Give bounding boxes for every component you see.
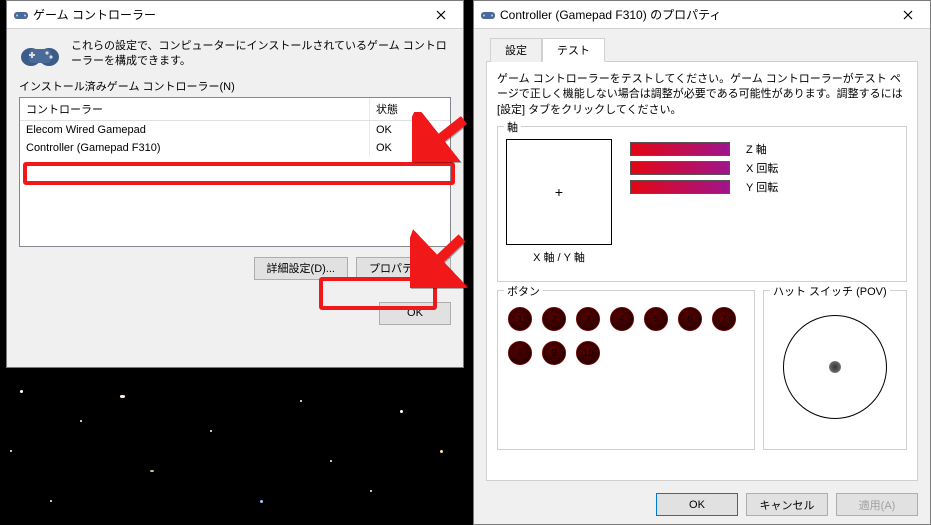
group-label: 軸 bbox=[504, 119, 521, 135]
close-icon bbox=[436, 10, 446, 20]
ok-button[interactable]: OK bbox=[656, 493, 738, 516]
gamepad-button-indicator: 8 bbox=[508, 341, 532, 365]
advanced-button[interactable]: 詳細設定(D)... bbox=[254, 257, 348, 280]
xy-axis-box: + bbox=[506, 139, 612, 245]
pov-dot bbox=[829, 361, 841, 373]
controller-list[interactable]: コントローラー 状態 Elecom Wired Gamepad OK Contr… bbox=[19, 97, 451, 247]
controller-name: Elecom Wired Gamepad bbox=[20, 121, 370, 139]
axis-label: Y 回転 bbox=[746, 179, 778, 195]
titlebar[interactable]: ゲーム コントローラー bbox=[7, 1, 463, 29]
titlebar[interactable]: Controller (Gamepad F310) のプロパティ bbox=[474, 1, 930, 29]
controller-properties-dialog: Controller (Gamepad F310) のプロパティ 設定 テスト … bbox=[473, 0, 931, 525]
gamepad-icon bbox=[13, 7, 29, 23]
gamepad-button-indicator: 7 bbox=[712, 307, 736, 331]
game-controllers-dialog: ゲーム コントローラー これらの設定で、コンピューターにインストールされているゲ… bbox=[6, 0, 464, 368]
properties-button[interactable]: プロパティ(P) bbox=[356, 257, 451, 280]
controller-status: OK bbox=[370, 139, 450, 157]
tab-page-test: ゲーム コントローラーをテストしてください。ゲーム コントローラーがテスト ペー… bbox=[486, 61, 918, 481]
gamepad-button-indicator: 4 bbox=[610, 307, 634, 331]
list-item[interactable]: Elecom Wired Gamepad OK bbox=[20, 121, 450, 139]
group-label: ボタン bbox=[504, 283, 543, 299]
list-header: コントローラー 状態 bbox=[20, 98, 450, 121]
tab-test[interactable]: テスト bbox=[542, 38, 605, 62]
pov-indicator bbox=[783, 315, 887, 419]
xy-caption: X 軸 / Y 軸 bbox=[506, 249, 612, 265]
close-icon bbox=[903, 10, 913, 20]
axis-bar-z bbox=[630, 142, 730, 156]
intro-text: これらの設定で、コンピューターにインストールされているゲーム コントローラーを構… bbox=[71, 39, 451, 70]
group-label: ハット スイッチ (POV) bbox=[770, 283, 890, 299]
list-item[interactable]: Controller (Gamepad F310) OK bbox=[20, 139, 450, 157]
gamepad-button-indicator: 2 bbox=[542, 307, 566, 331]
gamepad-button-indicator: 10 bbox=[576, 341, 600, 365]
gamepad-button-indicator: 6 bbox=[678, 307, 702, 331]
pov-group: ハット スイッチ (POV) bbox=[763, 290, 907, 450]
crosshair-icon: + bbox=[555, 184, 563, 200]
axes-group: 軸 + X 軸 / Y 軸 Z 軸 bbox=[497, 126, 907, 282]
gamepad-button-indicator: 9 bbox=[542, 341, 566, 365]
ok-button[interactable]: OK bbox=[379, 302, 451, 325]
dialog-title: ゲーム コントローラー bbox=[33, 6, 421, 23]
gamepad-icon bbox=[19, 39, 61, 69]
controller-status: OK bbox=[370, 121, 450, 139]
buttons-group: ボタン 12345678910 bbox=[497, 290, 755, 450]
header-controller[interactable]: コントローラー bbox=[20, 98, 370, 120]
axis-bar-xrot bbox=[630, 161, 730, 175]
test-instructions: ゲーム コントローラーをテストしてください。ゲーム コントローラーがテスト ペー… bbox=[497, 72, 907, 118]
header-status[interactable]: 状態 bbox=[370, 98, 450, 120]
axis-label: Z 軸 bbox=[746, 141, 767, 157]
apply-button[interactable]: 適用(A) bbox=[836, 493, 918, 516]
gamepad-button-indicator: 1 bbox=[508, 307, 532, 331]
cancel-button[interactable]: キャンセル bbox=[746, 493, 828, 516]
close-button[interactable] bbox=[421, 3, 461, 27]
tab-settings[interactable]: 設定 bbox=[490, 38, 542, 62]
gamepad-button-indicator: 5 bbox=[644, 307, 668, 331]
controller-name: Controller (Gamepad F310) bbox=[20, 139, 370, 157]
gamepad-icon bbox=[480, 7, 496, 23]
dialog-title: Controller (Gamepad F310) のプロパティ bbox=[500, 6, 888, 23]
list-label: インストール済みゲーム コントローラー(N) bbox=[19, 78, 451, 94]
axis-bar-yrot bbox=[630, 180, 730, 194]
gamepad-button-indicator: 3 bbox=[576, 307, 600, 331]
axis-label: X 回転 bbox=[746, 160, 778, 176]
close-button[interactable] bbox=[888, 3, 928, 27]
